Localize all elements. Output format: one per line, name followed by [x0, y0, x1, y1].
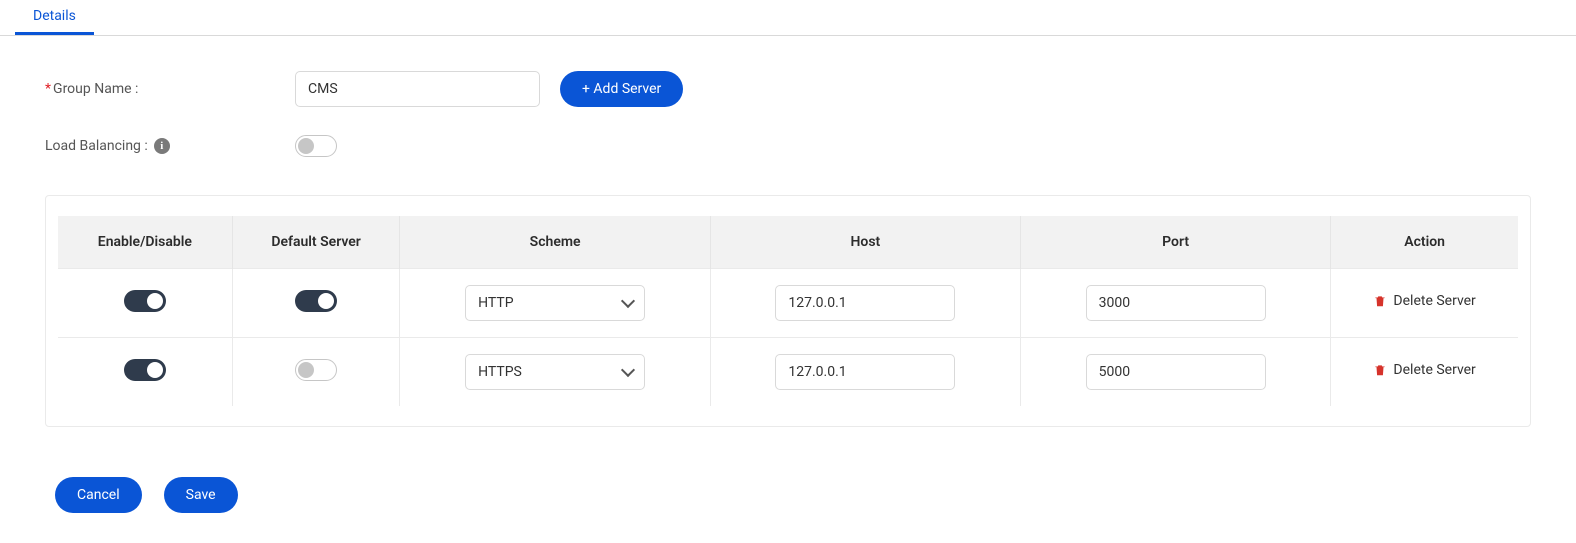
- group-name-label-text: Group Name :: [53, 81, 138, 97]
- scheme-select[interactable]: HTTPS: [465, 354, 645, 390]
- delete-server-button[interactable]: Delete Server: [1373, 293, 1475, 309]
- trash-icon: [1373, 293, 1387, 309]
- load-balancing-toggle[interactable]: [295, 135, 337, 157]
- table-row: HTTPS Delete Server: [58, 338, 1518, 407]
- th-port: Port: [1020, 216, 1330, 269]
- delete-server-button[interactable]: Delete Server: [1373, 362, 1475, 378]
- group-name-label: * Group Name :: [45, 81, 295, 97]
- load-balancing-row: Load Balancing : i: [45, 135, 1531, 157]
- th-host: Host: [710, 216, 1020, 269]
- cancel-button[interactable]: Cancel: [55, 477, 142, 513]
- load-balancing-label-text: Load Balancing :: [45, 138, 148, 154]
- info-icon[interactable]: i: [154, 138, 170, 154]
- default-toggle[interactable]: [295, 290, 337, 312]
- tabs-bar: Details: [0, 0, 1576, 36]
- scheme-select[interactable]: HTTP: [465, 285, 645, 321]
- tab-details[interactable]: Details: [15, 0, 94, 35]
- host-input[interactable]: [775, 285, 955, 321]
- load-balancing-label: Load Balancing : i: [45, 138, 295, 154]
- th-enable: Enable/Disable: [58, 216, 232, 269]
- th-default: Default Server: [232, 216, 400, 269]
- servers-table-wrap: Enable/Disable Default Server Scheme Hos…: [45, 195, 1531, 427]
- group-name-input[interactable]: [295, 71, 540, 107]
- port-input[interactable]: [1086, 354, 1266, 390]
- servers-table: Enable/Disable Default Server Scheme Hos…: [58, 216, 1518, 406]
- enable-toggle[interactable]: [124, 359, 166, 381]
- delete-server-label: Delete Server: [1393, 293, 1475, 309]
- th-action: Action: [1331, 216, 1518, 269]
- footer-buttons: Cancel Save: [0, 457, 1576, 543]
- delete-server-label: Delete Server: [1393, 362, 1475, 378]
- save-button[interactable]: Save: [164, 477, 238, 513]
- default-toggle[interactable]: [295, 359, 337, 381]
- port-input[interactable]: [1086, 285, 1266, 321]
- host-input[interactable]: [775, 354, 955, 390]
- form-area: * Group Name : + Add Server Load Balanci…: [0, 36, 1576, 195]
- add-server-button[interactable]: + Add Server: [560, 71, 683, 107]
- th-scheme: Scheme: [400, 216, 710, 269]
- enable-toggle[interactable]: [124, 290, 166, 312]
- required-asterisk: *: [45, 81, 51, 97]
- trash-icon: [1373, 362, 1387, 378]
- table-row: HTTP Delete Server: [58, 269, 1518, 338]
- group-name-row: * Group Name : + Add Server: [45, 71, 1531, 107]
